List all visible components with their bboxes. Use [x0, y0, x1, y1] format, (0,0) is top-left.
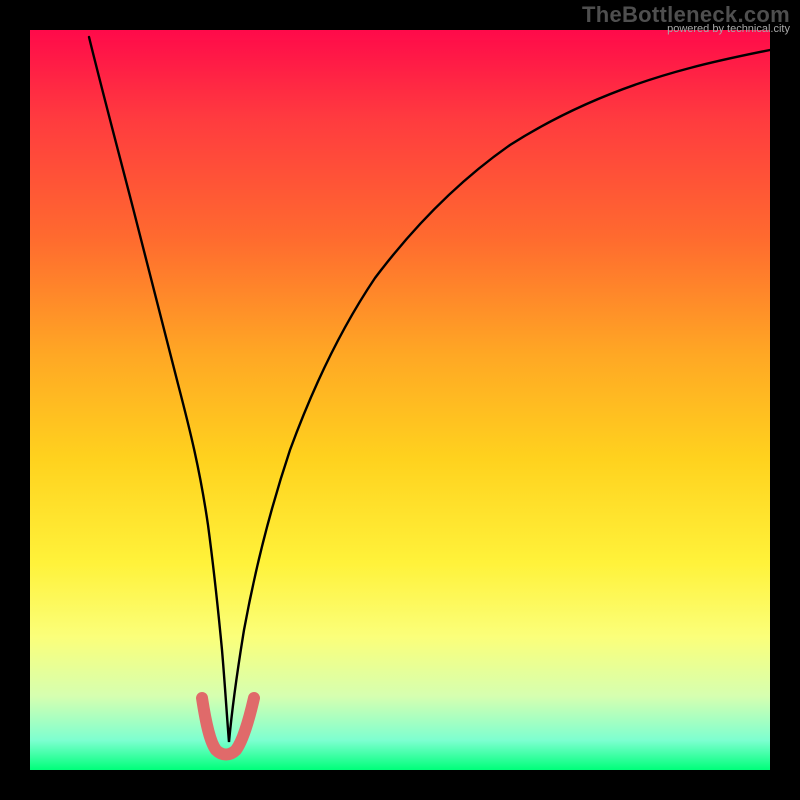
watermark: TheBottleneck.com powered by technical.c…	[582, 4, 790, 35]
black-curve	[89, 37, 770, 742]
chart-frame: TheBottleneck.com powered by technical.c…	[0, 0, 800, 800]
chart-svg	[30, 30, 770, 770]
